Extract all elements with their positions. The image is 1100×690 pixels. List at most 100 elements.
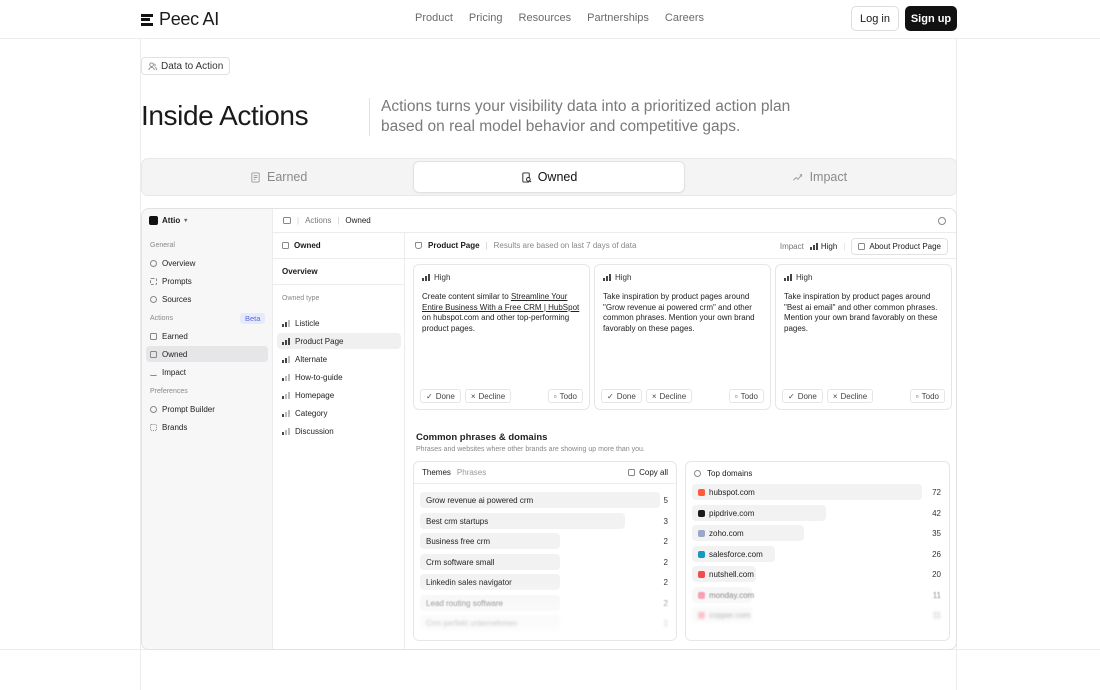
nav-link-pricing[interactable]: Pricing <box>469 12 503 24</box>
history-icon[interactable] <box>938 217 946 225</box>
todo-button[interactable]: ▫ Todo <box>909 389 945 403</box>
card-priority: High <box>434 273 451 282</box>
row-value: 35 <box>932 529 941 538</box>
bar-chart-icon <box>603 274 611 281</box>
sidebar-item-earned[interactable]: Earned <box>146 328 268 344</box>
section-chip-label: Data to Action <box>161 60 224 72</box>
row-value: 42 <box>932 508 941 518</box>
sidebar-item-prompt-builder[interactable]: Prompt Builder <box>146 401 268 417</box>
subnav-item-category[interactable]: Category <box>277 405 401 421</box>
favicon-icon <box>698 550 705 558</box>
decline-label: Decline <box>840 391 868 401</box>
main-content: Product Page | Results are based on last… <box>405 233 956 649</box>
done-label: Done <box>435 391 455 401</box>
row-value: 5 <box>663 496 668 505</box>
sidebar-item-overview[interactable]: Overview <box>146 255 268 271</box>
document-search-icon <box>150 350 157 358</box>
document-search-icon <box>522 171 532 183</box>
impact-label: Impact <box>779 242 804 251</box>
tab-impact[interactable]: Impact <box>685 161 954 193</box>
nav-link-partnerships[interactable]: Partnerships <box>587 12 649 24</box>
sidebar-item-brands[interactable]: Brands <box>146 419 268 435</box>
row-value: 20 <box>932 570 941 579</box>
bar-chart-icon <box>282 319 290 327</box>
tab-earned[interactable]: Earned <box>144 161 413 193</box>
list-item[interactable]: zoho.com 35 <box>692 525 943 541</box>
list-item[interactable]: pipdrive.com 42 <box>692 504 943 521</box>
list-item[interactable]: salesforce.com 26 <box>692 545 943 562</box>
done-button[interactable]: ✓ Done <box>782 389 823 403</box>
nav-link-careers[interactable]: Careers <box>665 12 704 24</box>
main-header: Product Page | Results are based on last… <box>405 233 956 259</box>
subnav-title: Owned <box>294 241 321 250</box>
sidebar-toggle-icon[interactable] <box>283 217 291 224</box>
done-label: Done <box>797 391 817 401</box>
bag-icon <box>415 242 422 249</box>
todo-label: Todo <box>740 391 758 401</box>
bar-chart-icon <box>282 337 290 345</box>
subnav-item-discussion[interactable]: Discussion <box>277 423 401 439</box>
list-item[interactable]: Grow revenue ai powered crm 5 <box>420 492 670 508</box>
bar-chart-icon <box>282 427 290 435</box>
tab-owned[interactable]: Owned <box>413 161 685 193</box>
beta-badge: Beta <box>240 313 266 324</box>
top-domains-title: Top domains <box>707 468 753 478</box>
list-item[interactable]: hubspot.com 72 <box>692 484 943 500</box>
nav-link-product[interactable]: Product <box>415 12 453 24</box>
about-product-page-button[interactable]: About Product Page <box>851 238 948 255</box>
sidebar-item-impact[interactable]: Impact <box>146 364 268 380</box>
subnav-item-homepage[interactable]: Homepage <box>277 387 401 403</box>
todo-button[interactable]: ▫ Todo <box>728 389 764 403</box>
list-item[interactable]: Business free crm 2 <box>420 533 670 549</box>
subnav-item-alternate[interactable]: Alternate <box>277 351 401 367</box>
bar-chart-icon <box>282 391 290 399</box>
results-note: Results are based on last 7 days of data <box>493 241 637 250</box>
list-item[interactable]: Crm software small 2 <box>420 553 670 570</box>
nav-link-resources[interactable]: Resources <box>519 12 572 24</box>
row-label: Business free crm <box>426 537 491 546</box>
decline-button[interactable]: × Decline <box>826 389 874 403</box>
todo-button[interactable]: ▫ Todo <box>547 389 583 403</box>
breadcrumb-actions[interactable]: Actions <box>305 216 331 225</box>
done-button[interactable]: ✓ Done <box>601 389 642 403</box>
bar-chart-icon <box>422 274 430 281</box>
brand-logo[interactable]: Peec AI <box>141 9 219 30</box>
decline-button[interactable]: × Decline <box>464 389 512 403</box>
phrases-panel: Themes Phrases Copy all Grow revenue ai … <box>413 461 677 641</box>
row-label: zoho.com <box>698 529 744 538</box>
logo-mark-icon <box>141 13 153 27</box>
globe-icon <box>694 469 701 477</box>
done-button[interactable]: ✓ Done <box>420 389 461 403</box>
sidebar-item-owned[interactable]: Owned <box>146 346 268 362</box>
done-label: Done <box>616 391 636 401</box>
login-button[interactable]: Log in <box>851 6 899 31</box>
workspace-logo-icon <box>149 216 158 225</box>
decline-button[interactable]: × Decline <box>645 389 693 403</box>
favicon-icon <box>698 571 705 578</box>
sidebar-item-prompts[interactable]: Prompts <box>146 273 268 289</box>
document-icon <box>858 243 866 250</box>
app-sidebar: Attio ▾ General Overview Prompts Sources… <box>142 209 273 649</box>
bar-chart-icon <box>784 274 792 281</box>
list-item[interactable]: Best crm startups 3 <box>420 512 670 529</box>
workspace-switcher[interactable]: Attio ▾ <box>149 216 187 225</box>
subnav-item-label: How-to-guide <box>295 372 343 382</box>
sidebar-item-label: Earned <box>162 331 188 341</box>
decline-label: Decline <box>478 391 506 401</box>
row-label: salesforce.com <box>698 550 763 559</box>
copy-all-button[interactable]: Copy all <box>628 468 668 477</box>
subnav-overview[interactable]: Overview <box>273 259 404 285</box>
tab-phrases[interactable]: Phrases <box>457 468 486 477</box>
row-label: pipdrive.com <box>698 509 754 518</box>
subnav-item-how-to-guide[interactable]: How-to-guide <box>277 369 401 385</box>
sidebar-item-label: Brands <box>162 422 188 432</box>
home-icon <box>150 259 157 267</box>
subnav-item-listicle[interactable]: Listicle <box>277 315 401 331</box>
search-icon <box>150 405 157 413</box>
tab-earned-label: Earned <box>267 170 308 184</box>
subnav-item-product-page[interactable]: Product Page <box>277 333 401 349</box>
sidebar-item-sources[interactable]: Sources <box>146 291 268 307</box>
signup-button[interactable]: Sign up <box>905 6 957 31</box>
tab-themes[interactable]: Themes <box>422 468 451 477</box>
top-nav: Peec AI Product Pricing Resources Partne… <box>0 0 1100 38</box>
